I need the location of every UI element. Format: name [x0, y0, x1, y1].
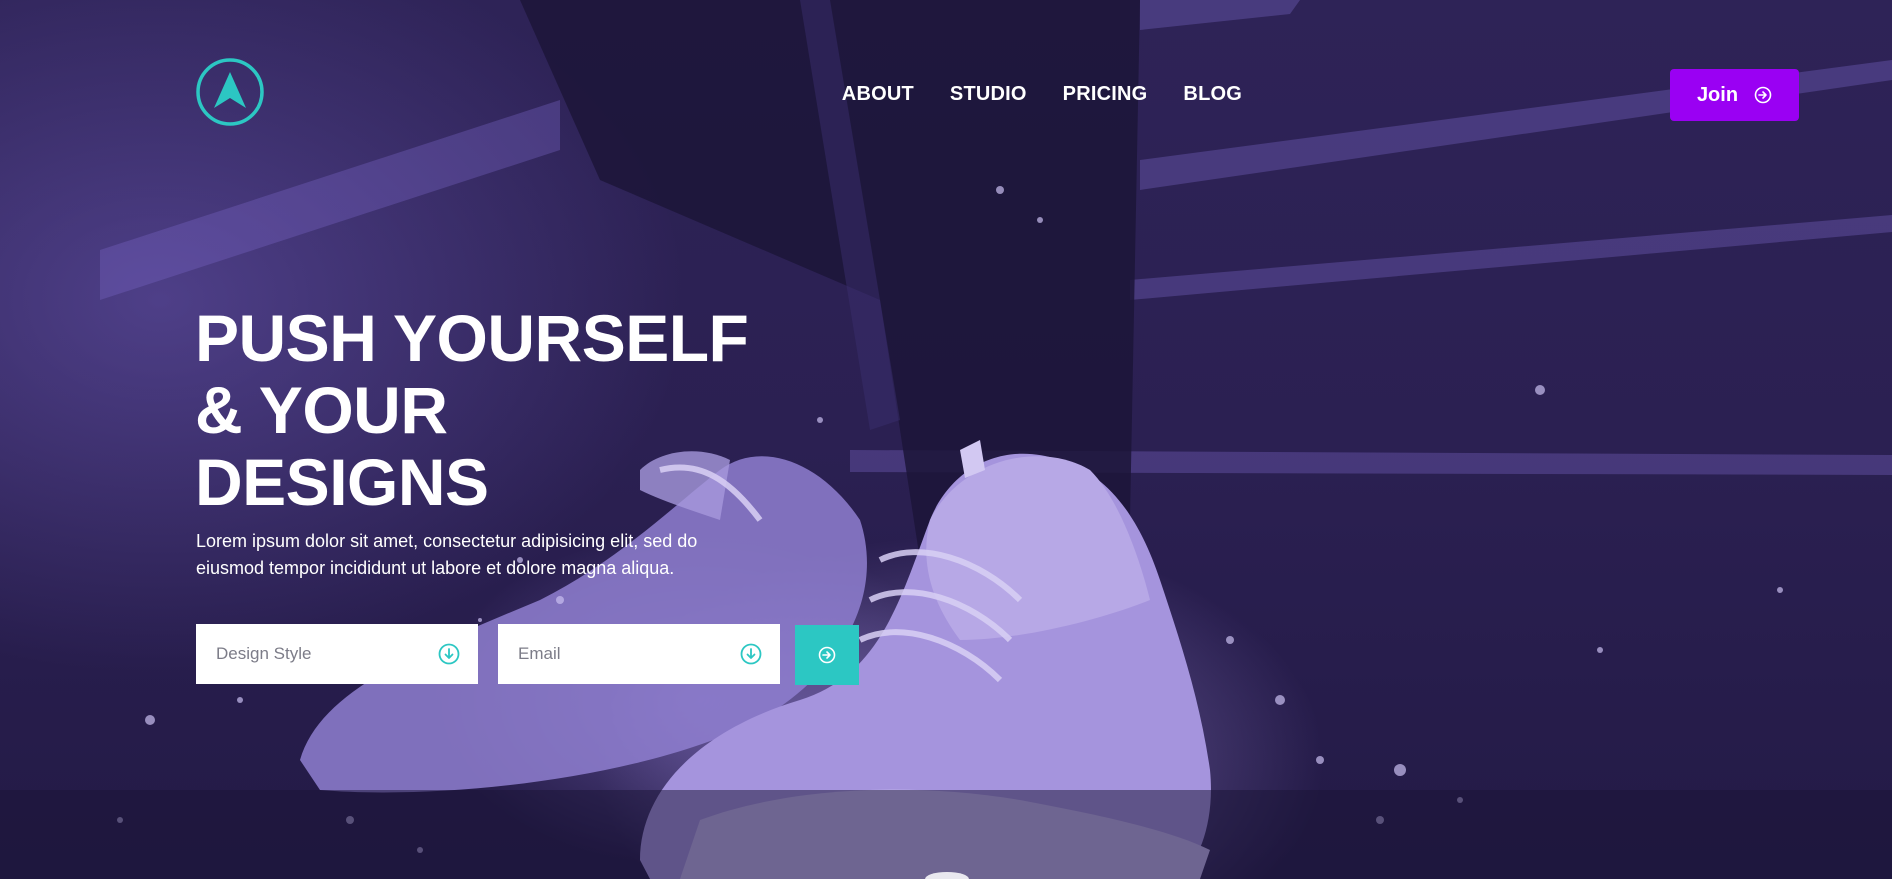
hero-headline: PUSH YOURSELF & YOUR DESIGNS — [195, 302, 835, 518]
nav-link-about[interactable]: ABOUT — [842, 82, 914, 106]
arrow-right-circle-icon — [818, 646, 836, 664]
email-placeholder: Email — [518, 644, 561, 663]
nav-link-studio[interactable]: STUDIO — [950, 82, 1027, 106]
arrow-down-circle-icon — [740, 643, 762, 665]
arrow-logo-icon[interactable] — [196, 58, 264, 126]
nav-link-pricing[interactable]: PRICING — [1063, 82, 1148, 106]
submit-button[interactable] — [795, 625, 859, 685]
headline-line-1: PUSH YOURSELF — [195, 301, 749, 375]
main-nav: ABOUT STUDIO PRICING BLOG — [806, 82, 1242, 106]
join-button-label: Join — [1696, 83, 1739, 106]
headline-line-2: & YOUR — [195, 373, 448, 447]
email-field[interactable]: Email — [498, 624, 780, 684]
join-button[interactable]: Join — [1670, 69, 1799, 121]
design-style-placeholder: Design Style — [216, 644, 312, 663]
hero-subtext: Lorem ipsum dolor sit amet, consectetur … — [196, 531, 698, 578]
nav-link-blog[interactable]: BLOG — [1183, 82, 1242, 106]
headline-line-3: DESIGNS — [195, 445, 489, 519]
scroll-indicator[interactable] — [925, 872, 969, 879]
arrow-right-circle-icon — [1754, 86, 1772, 104]
arrow-down-circle-icon — [438, 643, 460, 665]
design-style-select[interactable]: Design Style — [196, 624, 478, 684]
